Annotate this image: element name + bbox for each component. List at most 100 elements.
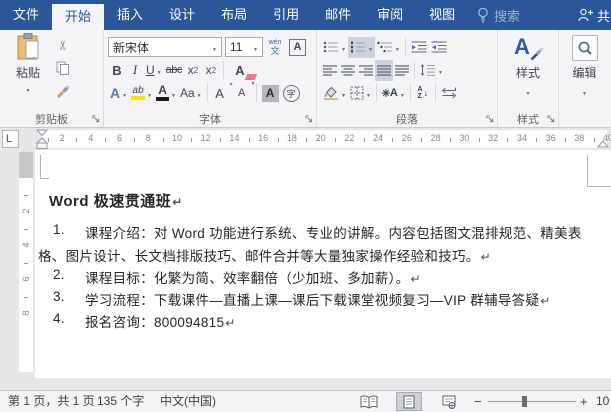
underline-button[interactable]: U: [144, 60, 164, 81]
shading-caret[interactable]: [339, 86, 346, 100]
bullets-caret[interactable]: [339, 40, 346, 54]
clipboard-dialog-launcher[interactable]: [91, 114, 101, 124]
character-shading-button[interactable]: A: [260, 83, 281, 104]
phonetic-guide-button[interactable]: wén 文: [266, 37, 284, 58]
borders-button[interactable]: [348, 83, 373, 104]
character-shading-icon: A: [262, 85, 279, 102]
web-layout-button[interactable]: [436, 392, 462, 411]
change-case-button[interactable]: Aa: [178, 83, 204, 104]
editing-button[interactable]: 编辑: [572, 35, 598, 110]
distribute-button[interactable]: [393, 60, 411, 81]
clear-formatting-button[interactable]: A: [231, 60, 249, 81]
font-color-button[interactable]: A: [154, 83, 178, 104]
font-name-combo[interactable]: 新宋体: [108, 37, 222, 57]
format-painter-button[interactable]: [53, 81, 73, 101]
superscript-button[interactable]: x2: [202, 60, 220, 81]
tab-review[interactable]: 审阅: [364, 0, 416, 30]
character-border-button[interactable]: A: [287, 37, 308, 58]
borders-caret[interactable]: [364, 86, 371, 100]
zoom-out-button[interactable]: −: [474, 391, 482, 412]
underline-caret[interactable]: [155, 63, 162, 77]
font-size-caret[interactable]: [251, 40, 258, 54]
font-name-caret[interactable]: [210, 40, 217, 54]
document-page[interactable]: Word 极速贯通班↵ 1. 课程介绍：对 Word 功能进行系统、专业的讲解。…: [35, 150, 611, 378]
print-layout-button[interactable]: [396, 392, 422, 411]
multilevel-caret[interactable]: [393, 40, 400, 54]
indent-marker-left[interactable]: [36, 129, 48, 150]
ruler-tick: [24, 229, 28, 230]
group-clipboard: 粘贴 ✂ 剪贴板: [0, 30, 104, 127]
bold-button[interactable]: B: [108, 60, 126, 81]
tab-design[interactable]: 设计: [156, 0, 208, 30]
font-size-combo[interactable]: 11: [225, 37, 263, 57]
tab-references[interactable]: 引用: [260, 0, 312, 30]
align-left-button[interactable]: [321, 60, 339, 81]
enclose-characters-button[interactable]: 字: [281, 83, 302, 104]
share-button[interactable]: 共: [578, 0, 610, 30]
language-indicator[interactable]: 中文(中国): [160, 391, 216, 412]
indent-marker-right[interactable]: [597, 140, 609, 148]
justify-button[interactable]: [375, 60, 393, 81]
line-spacing-button[interactable]: [418, 60, 445, 81]
ruler-number: 12: [199, 133, 213, 143]
align-right-button[interactable]: [357, 60, 375, 81]
line-spacing-caret[interactable]: [436, 63, 443, 77]
tab-selector[interactable]: L: [2, 130, 19, 148]
styles-dialog-launcher[interactable]: [546, 114, 556, 124]
tab-file[interactable]: 文件: [0, 0, 52, 30]
bullets-button[interactable]: [321, 37, 348, 58]
cut-button[interactable]: ✂: [53, 35, 73, 55]
read-mode-button[interactable]: [356, 392, 382, 411]
paste-button[interactable]: 粘贴: [7, 33, 49, 111]
show-hide-marks-button[interactable]: [439, 83, 459, 104]
align-center-button[interactable]: [339, 60, 357, 81]
tell-me-search[interactable]: 搜索: [477, 0, 520, 30]
subscript-button[interactable]: x2: [184, 60, 202, 81]
zoom-slider-thumb[interactable]: [522, 396, 527, 407]
sort-button[interactable]: AZ ↓: [414, 83, 432, 104]
grow-font-button[interactable]: A: [211, 83, 229, 104]
character-border-icon: A: [289, 39, 306, 56]
ruler-number: 34: [515, 133, 529, 143]
tab-mailings[interactable]: 邮件: [312, 0, 364, 30]
decrease-indent-button[interactable]: [409, 37, 429, 58]
asian-layout-caret[interactable]: [398, 86, 405, 100]
paragraph-dialog-launcher[interactable]: [485, 114, 495, 124]
tab-home[interactable]: 开始: [52, 4, 104, 30]
multilevel-list-button[interactable]: [375, 37, 402, 58]
zoom-in-button[interactable]: +: [580, 391, 588, 412]
asian-layout-button[interactable]: A: [380, 83, 407, 104]
zoom-percentage[interactable]: 10: [596, 391, 609, 412]
divider: [376, 84, 377, 102]
group-editing: 编辑: [559, 30, 610, 127]
ruler-number: 8: [141, 133, 155, 143]
zoom-slider-track[interactable]: [488, 401, 576, 402]
text-effects-caret[interactable]: [120, 86, 127, 100]
highlight-button[interactable]: ab: [129, 83, 154, 104]
font-color-caret[interactable]: [169, 86, 176, 100]
highlight-caret[interactable]: [145, 86, 152, 100]
editing-caret[interactable]: [582, 84, 587, 98]
styles-button[interactable]: A 样式: [513, 35, 543, 110]
tab-insert[interactable]: 插入: [104, 0, 156, 30]
shrink-font-button[interactable]: A: [233, 83, 251, 104]
tab-view[interactable]: 视图: [416, 0, 468, 30]
italic-button[interactable]: I: [126, 60, 144, 81]
shading-button[interactable]: [321, 83, 348, 104]
text-effects-button[interactable]: A: [108, 83, 129, 104]
increase-indent-button[interactable]: [429, 37, 449, 58]
styles-caret[interactable]: [526, 84, 531, 98]
divider: [405, 38, 406, 56]
page-indicator[interactable]: 第 1 页，共 1 页: [8, 391, 95, 412]
paste-dropdown-caret[interactable]: [26, 81, 31, 95]
tab-layout[interactable]: 布局: [208, 0, 260, 30]
ruler-number: 8: [21, 307, 31, 319]
ruler-number: 4: [84, 133, 98, 143]
change-case-caret[interactable]: [195, 86, 202, 100]
font-dialog-launcher[interactable]: [304, 114, 314, 124]
numbering-button[interactable]: [348, 37, 375, 58]
numbering-caret[interactable]: [366, 40, 373, 54]
copy-button[interactable]: [53, 58, 73, 78]
word-count[interactable]: 135 个字: [97, 391, 144, 412]
strikethrough-button[interactable]: abc: [164, 60, 184, 81]
